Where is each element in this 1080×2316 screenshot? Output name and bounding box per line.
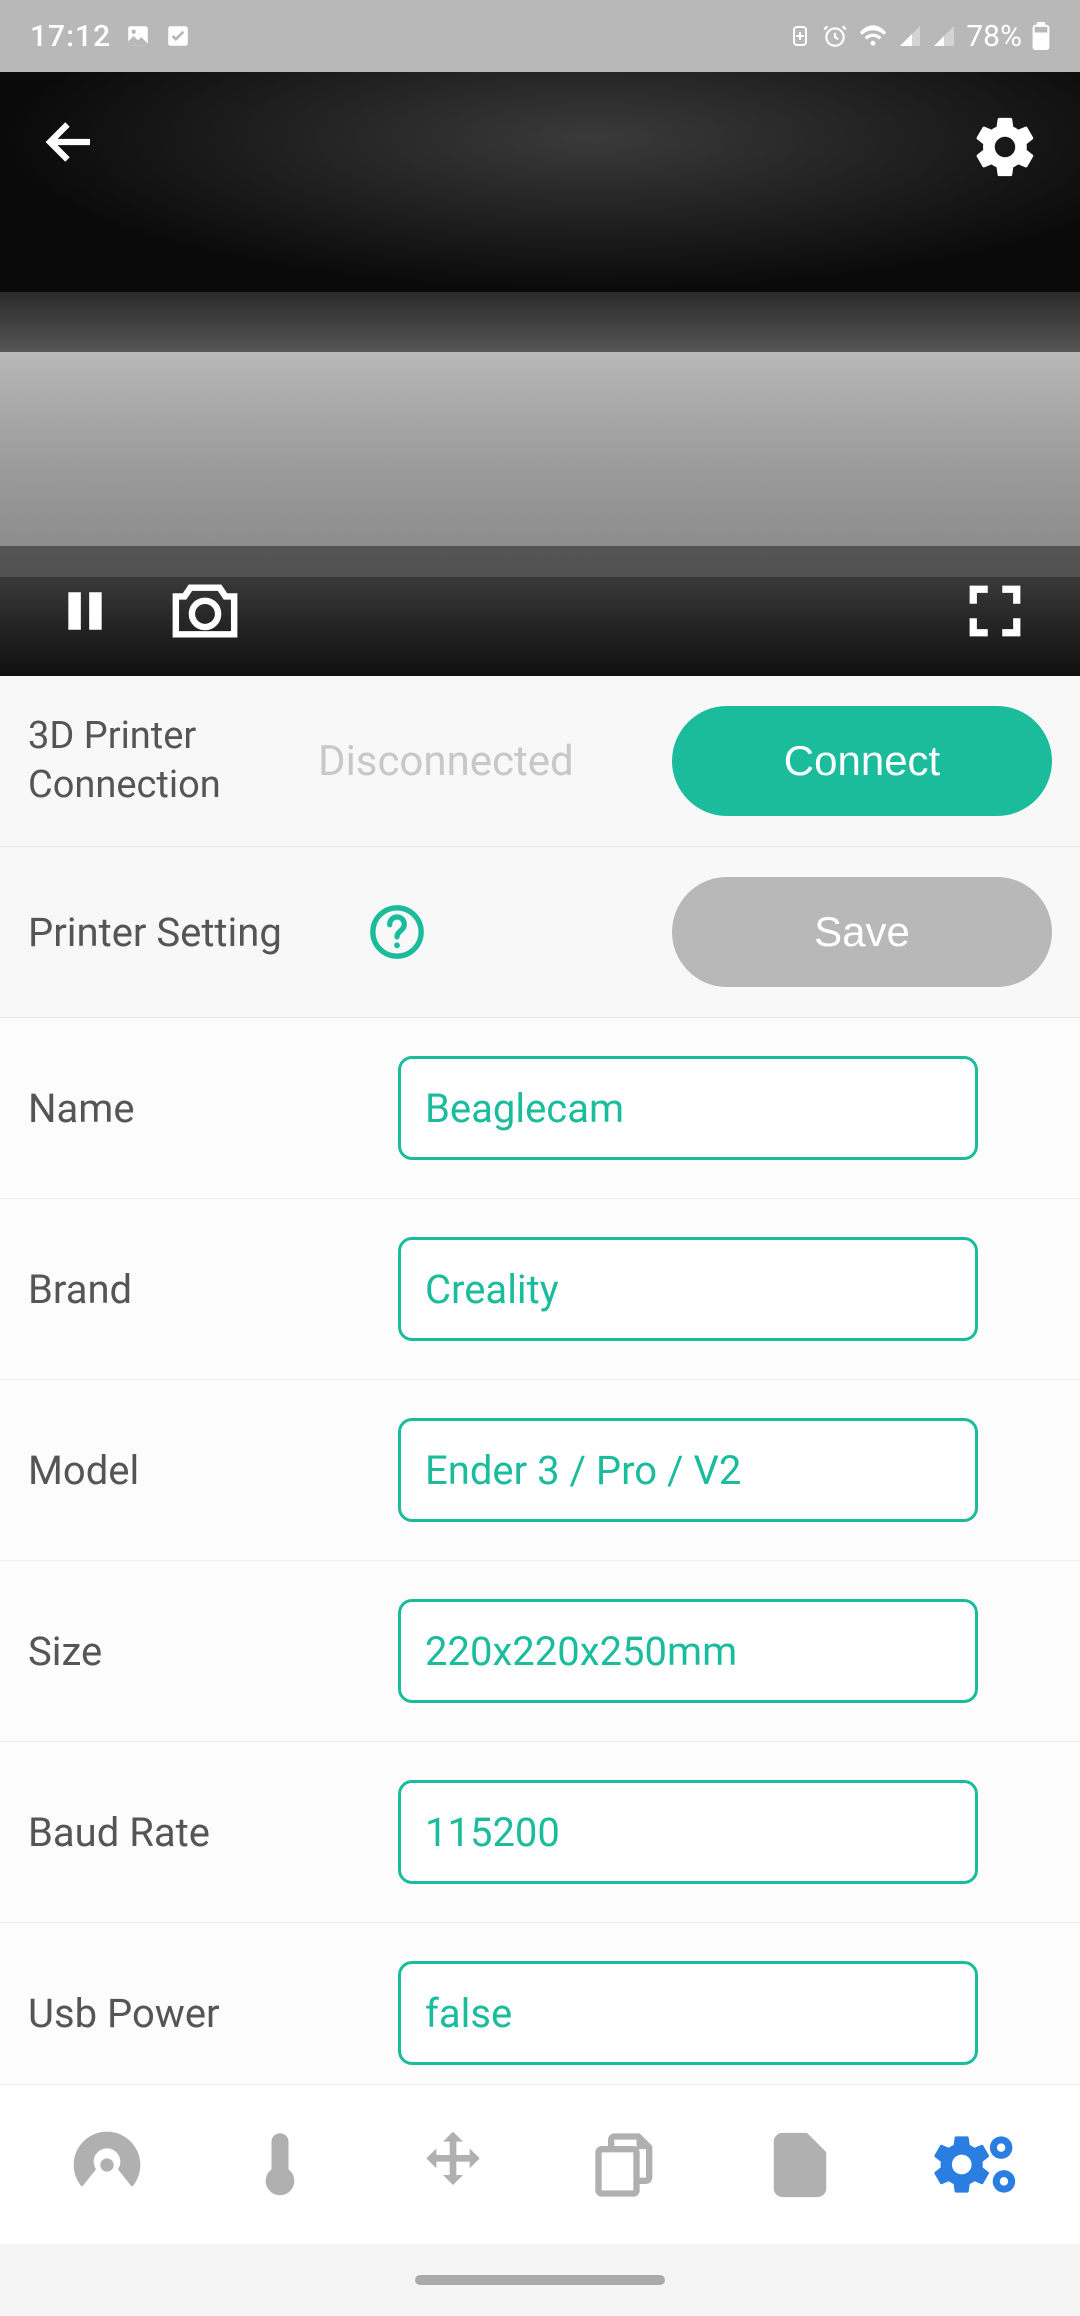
settings-header: Printer Setting Save bbox=[0, 847, 1080, 1018]
nav-video[interactable] bbox=[755, 2120, 845, 2210]
battery-icon bbox=[1032, 22, 1050, 50]
connection-row: 3D Printer Connection Disconnected Conne… bbox=[0, 676, 1080, 847]
connect-button[interactable]: Connect bbox=[672, 706, 1052, 816]
field-size: Size 220x220x250mm bbox=[0, 1561, 1080, 1742]
nav-move[interactable] bbox=[408, 2120, 498, 2210]
usbpower-select[interactable]: false bbox=[398, 1961, 978, 2065]
connection-status: Disconnected bbox=[318, 737, 574, 786]
signal-icon-1 bbox=[898, 24, 922, 48]
back-button[interactable] bbox=[40, 112, 100, 172]
connection-label: 3D Printer Connection bbox=[28, 712, 308, 811]
field-model: Model Ender 3 / Pro / V2 bbox=[0, 1380, 1080, 1561]
help-icon[interactable] bbox=[368, 903, 426, 961]
field-baud: Baud Rate 115200 bbox=[0, 1742, 1080, 1923]
field-label: Baud Rate bbox=[28, 1809, 398, 1856]
status-time: 17:12 bbox=[30, 19, 111, 54]
field-label: Usb Power bbox=[28, 1990, 398, 2037]
snapshot-button[interactable] bbox=[170, 576, 240, 646]
field-name: Name Beaglecam bbox=[0, 1018, 1080, 1199]
nav-temperature[interactable] bbox=[235, 2120, 325, 2210]
baud-select[interactable]: 115200 bbox=[398, 1780, 978, 1884]
settings-title: Printer Setting bbox=[28, 909, 368, 956]
signal-icon-2 bbox=[932, 24, 956, 48]
android-status-bar: 17:12 78% bbox=[0, 0, 1080, 72]
bottom-nav bbox=[0, 2084, 1080, 2244]
nav-files[interactable] bbox=[582, 2120, 672, 2210]
model-select[interactable]: Ender 3 / Pro / V2 bbox=[398, 1418, 978, 1522]
field-brand: Brand Creality bbox=[0, 1199, 1080, 1380]
fullscreen-button[interactable] bbox=[960, 576, 1030, 646]
battery-saver-icon bbox=[788, 24, 812, 48]
field-label: Size bbox=[28, 1628, 398, 1675]
camera-preview bbox=[0, 72, 1080, 676]
android-nav-bar bbox=[0, 2244, 1080, 2316]
gesture-handle[interactable] bbox=[415, 2275, 665, 2285]
gallery-notif-icon bbox=[125, 23, 151, 49]
wifi-icon bbox=[858, 24, 888, 48]
battery-percent: 78% bbox=[966, 19, 1022, 54]
save-button[interactable]: Save bbox=[672, 877, 1052, 987]
nav-settings[interactable] bbox=[928, 2120, 1018, 2210]
checkbox-notif-icon bbox=[165, 23, 191, 49]
size-input[interactable]: 220x220x250mm bbox=[398, 1599, 978, 1703]
name-input[interactable]: Beaglecam bbox=[398, 1056, 978, 1160]
alarm-icon bbox=[822, 23, 848, 49]
brand-select[interactable]: Creality bbox=[398, 1237, 978, 1341]
field-label: Brand bbox=[28, 1266, 398, 1313]
pause-button[interactable] bbox=[50, 576, 120, 646]
nav-dashboard[interactable] bbox=[62, 2120, 152, 2210]
field-label: Name bbox=[28, 1085, 398, 1132]
field-usbpower: Usb Power false bbox=[0, 1923, 1080, 2104]
field-label: Model bbox=[28, 1447, 398, 1494]
camera-settings-button[interactable] bbox=[970, 112, 1040, 182]
